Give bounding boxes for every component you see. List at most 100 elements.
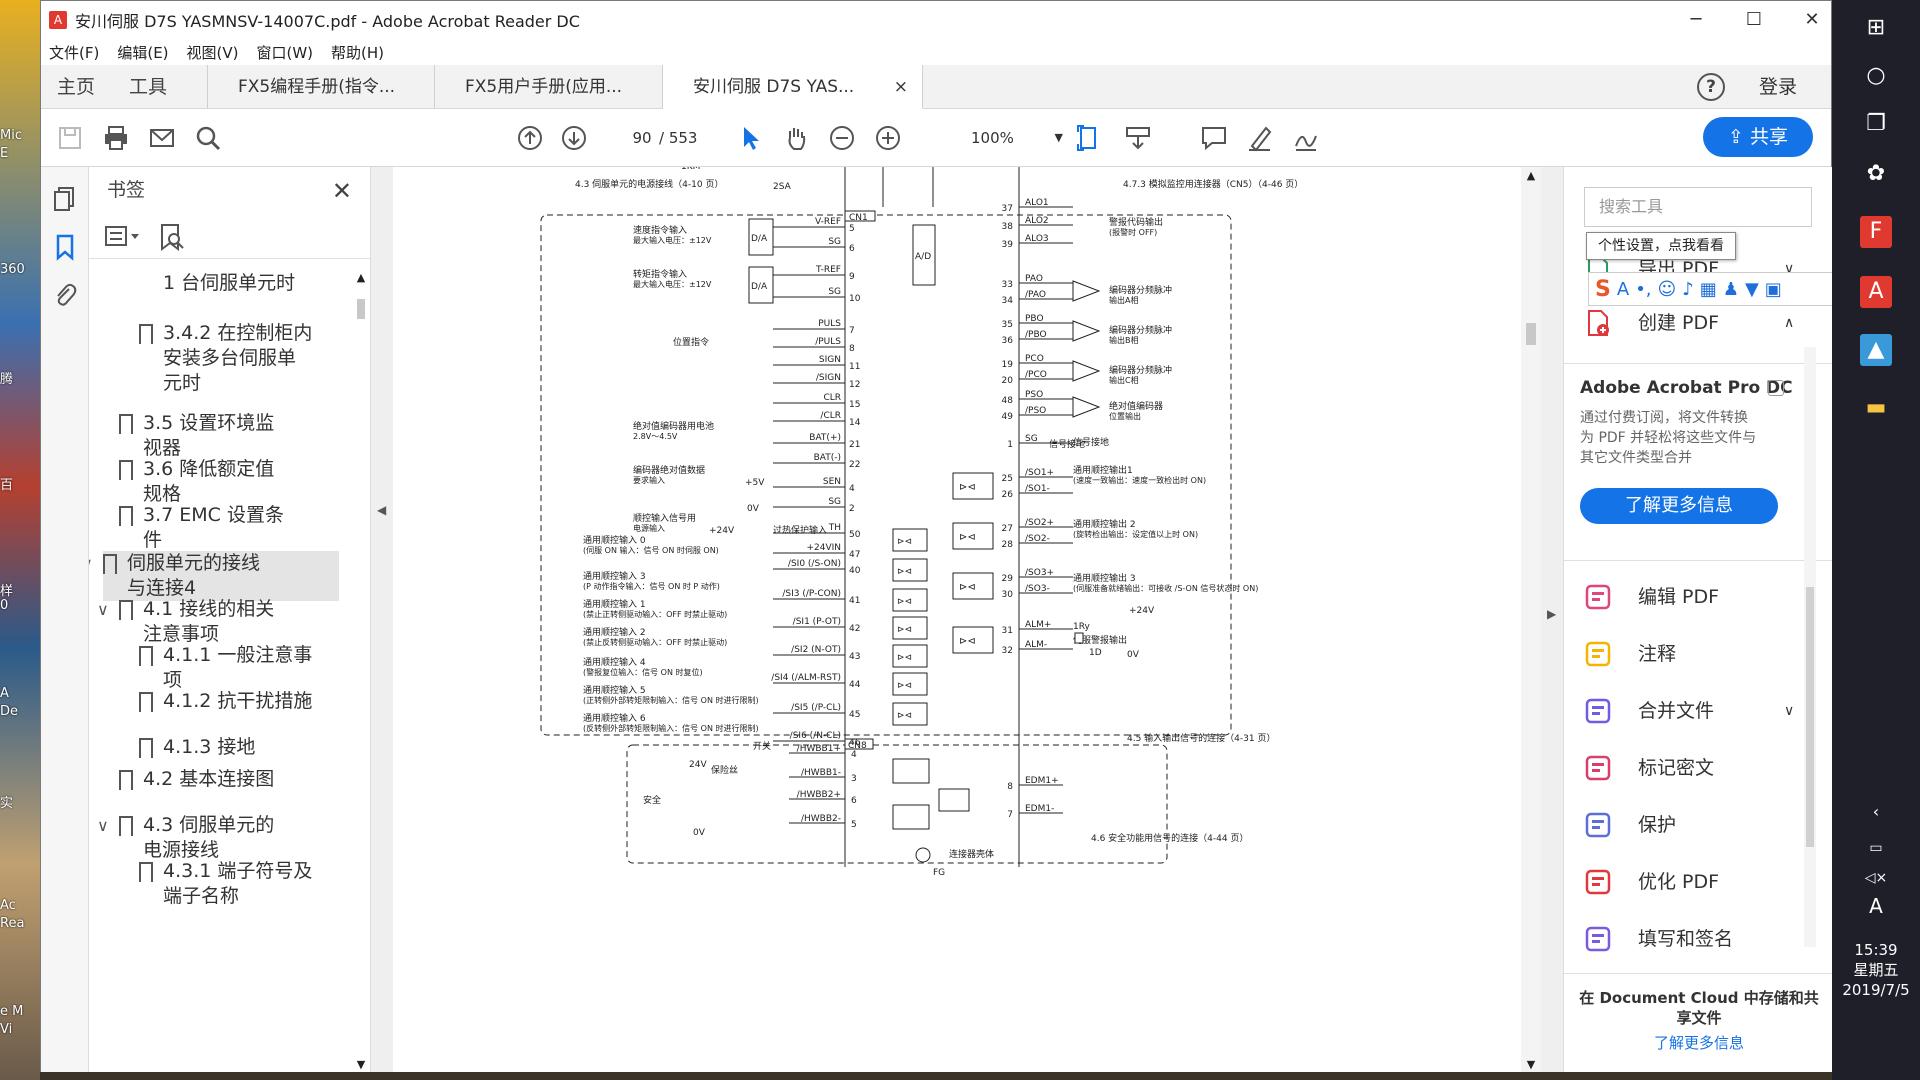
chevron-up-icon[interactable]: ▲ (1521, 169, 1541, 182)
share-button[interactable]: ⇪ 共享 (1703, 117, 1813, 157)
desktop-icon-label[interactable]: Ac (0, 898, 40, 913)
minimize-button[interactable]: ─ (1667, 1, 1725, 39)
bookmark-item[interactable]: 4.1.2 抗干扰措施 (139, 689, 339, 739)
battery-icon[interactable]: ▭ (1860, 832, 1892, 864)
close-icon[interactable]: ✕ (332, 177, 352, 205)
bookmark-panel-icon[interactable] (51, 233, 79, 261)
ime-emoji-icon[interactable]: ☺ (1658, 279, 1677, 300)
tray-expand-icon[interactable]: ‹ (1860, 796, 1892, 828)
ime-toolbox-icon[interactable]: ▣ (1765, 279, 1782, 300)
comment-icon[interactable] (1197, 121, 1231, 155)
learn-more-button[interactable]: 了解更多信息 (1580, 488, 1778, 524)
desktop-icon-label[interactable]: E (0, 146, 40, 161)
document-scrollbar[interactable]: ▲ ▼ (1521, 167, 1541, 1073)
bookmark-item[interactable]: ∨ 伺服单元的接线与连接4 (89, 551, 339, 601)
desktop-icon-label[interactable]: 腾 (0, 368, 40, 387)
desktop-icon-label[interactable]: 样 (0, 580, 40, 599)
ime-mode-icon[interactable]: A (1617, 279, 1629, 300)
menu-edit[interactable]: 编辑(E) (117, 42, 168, 63)
bookmark-item[interactable]: ∨ 4.1 接线的相关注意事项 (97, 597, 339, 647)
bookmark-item[interactable]: 3.7 EMC 设置条件 (119, 503, 339, 553)
cloud-learn-more-link[interactable]: 了解更多信息 (1564, 1032, 1834, 1053)
ime-user-icon[interactable]: ♟ (1723, 279, 1739, 300)
menu-file[interactable]: 文件(F) (49, 42, 99, 63)
desktop-icon-label[interactable]: Rea (0, 916, 40, 931)
scroll-mode-icon[interactable] (1121, 121, 1155, 155)
desktop-icon-label[interactable]: De (0, 704, 40, 719)
bookmark-item[interactable]: 1 台伺服单元时 (139, 271, 339, 321)
search-tools-input[interactable]: 搜索工具 (1584, 187, 1812, 227)
file-explorer-icon[interactable]: ▬ (1860, 392, 1892, 424)
bookmark-options-icon[interactable] (105, 225, 143, 249)
app-icon-browser[interactable]: ✿ (1860, 158, 1892, 190)
chevron-down-icon[interactable]: ▼ (1521, 1058, 1541, 1071)
menu-view[interactable]: 视图(V) (187, 42, 239, 63)
previous-page-icon[interactable] (513, 121, 547, 155)
menu-help[interactable]: 帮助(H) (331, 42, 384, 63)
search-icon[interactable] (191, 121, 225, 155)
ime-toolbar[interactable]: S A •, ☺ ♪ ▦ ♟ ▼ ▣ (1588, 272, 1842, 306)
help-icon[interactable]: ? (1697, 73, 1725, 101)
app-icon-fx[interactable]: F (1860, 216, 1892, 248)
tools-scrollbar[interactable] (1804, 347, 1816, 947)
scrollbar-thumb[interactable] (1526, 323, 1536, 345)
highlight-pen-icon[interactable] (1243, 121, 1277, 155)
right-pane-splitter[interactable]: ▶ (1541, 167, 1563, 1073)
zoom-out-icon[interactable] (825, 121, 859, 155)
app-icon-photos[interactable]: ▲ (1860, 334, 1892, 366)
sign-icon[interactable] (1289, 121, 1323, 155)
bookmark-item[interactable]: 3.6 降低额定值规格 (119, 457, 339, 507)
ime-voice-icon[interactable]: ♪ (1682, 279, 1694, 300)
left-pane-splitter[interactable]: ◀ (371, 167, 393, 1073)
chevron-up-icon[interactable]: ▲ (354, 271, 368, 284)
tab-home[interactable]: 主页 (57, 65, 95, 109)
expand-right-icon[interactable]: ▶ (1547, 607, 1556, 621)
ime-punct-icon[interactable]: •, (1635, 279, 1651, 300)
bookmark-item[interactable]: 4.2 基本连接图 (119, 767, 339, 817)
clock[interactable]: 15:39 星期五 2019/7/5 (1832, 940, 1920, 1000)
desktop-icon-label[interactable]: 0 (0, 598, 40, 613)
desktop-icon-label[interactable]: e M (0, 1004, 40, 1019)
bookmark-item[interactable]: 3.4.2 在控制柜内安装多台伺服单元时 (139, 321, 339, 421)
chevron-up-icon[interactable]: ∧ (1784, 303, 1794, 343)
bookmark-item[interactable]: 3.5 设置环境监视器 (119, 411, 339, 461)
attachment-icon[interactable] (51, 281, 79, 309)
doc-tab-fx5-user-manual[interactable]: FX5用户手册(应用... (435, 65, 663, 109)
chevron-down-icon[interactable]: ▼ (354, 1058, 368, 1071)
menu-window[interactable]: 窗口(W) (257, 42, 314, 63)
windows-start-icon[interactable]: ⊞ (1860, 12, 1892, 44)
expand-chevron-icon[interactable]: ∨ (97, 813, 109, 838)
bookmark-item[interactable]: 4.1.3 接地 (139, 735, 339, 760)
save-icon[interactable] (53, 121, 87, 155)
input-language-indicator[interactable]: A (1860, 890, 1892, 922)
app-icon-acrobat[interactable]: A (1860, 276, 1892, 308)
ime-keyboard-icon[interactable]: ▦ (1700, 279, 1717, 300)
sogou-logo-icon[interactable]: S (1595, 277, 1611, 302)
task-view-icon[interactable]: ❐ (1860, 108, 1892, 140)
hand-tool-icon[interactable] (779, 121, 813, 155)
tab-tools[interactable]: 工具 (129, 65, 167, 109)
desktop-icon-label[interactable]: Vi (0, 1022, 40, 1037)
print-icon[interactable] (99, 121, 133, 155)
scrollbar-thumb[interactable] (1806, 587, 1814, 847)
next-page-icon[interactable] (557, 121, 591, 155)
login-button[interactable]: 登录 (1759, 65, 1797, 109)
select-cursor-icon[interactable] (733, 121, 767, 155)
bookmark-item[interactable]: 4.1.1 一般注意事项 (139, 643, 339, 693)
close-tab-icon[interactable]: × (894, 65, 908, 109)
expand-chevron-icon[interactable]: ∨ (89, 551, 93, 576)
doc-tab-yaskawa[interactable]: 安川伺服 D7S YAS... × (663, 65, 923, 109)
find-bookmark-icon[interactable] (159, 223, 185, 251)
maximize-button[interactable]: ☐ (1725, 1, 1783, 39)
fit-page-icon[interactable] (1073, 121, 1107, 155)
email-icon[interactable] (145, 121, 179, 155)
cortana-icon[interactable]: ○ (1860, 60, 1892, 92)
bookmark-item[interactable]: ∨ 4.3 伺服单元的电源接线 (97, 813, 339, 863)
chevron-down-icon[interactable]: ∨ (1784, 691, 1794, 731)
desktop-icon-label[interactable]: 实 (0, 792, 40, 811)
desktop-icon-label[interactable]: 百 (0, 474, 40, 493)
bookmark-scrollbar[interactable]: ▲ ▼ (354, 271, 368, 1071)
doc-tab-fx5-programming[interactable]: FX5编程手册(指令... (207, 65, 435, 109)
bookmark-item[interactable]: 4.3.1 端子符号及端子名称 (139, 859, 339, 934)
pdf-page[interactable]: CN1 CN8 4.3 伺服单元的电源接线（4-10 页） 4.7.3 模拟监控用连接… (393, 167, 1521, 1073)
